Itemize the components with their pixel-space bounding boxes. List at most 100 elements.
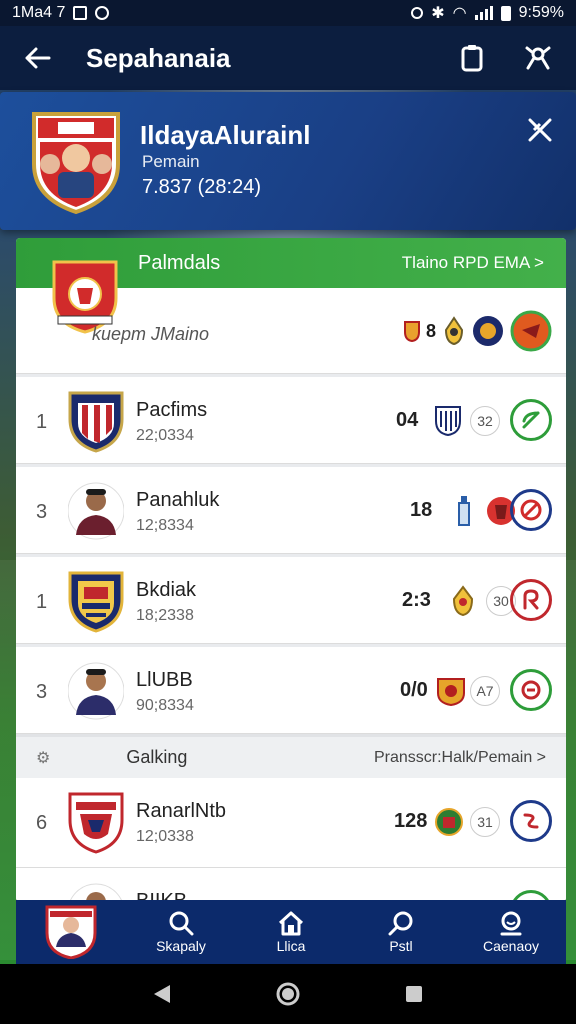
home-circle-icon[interactable] (275, 981, 301, 1007)
nav-profile-label: Caenaoy (482, 938, 540, 954)
mini-crest-icon (404, 321, 420, 342)
close-icon[interactable] (526, 116, 554, 149)
club-shield-icon (68, 569, 124, 633)
row-value: 0/0 (400, 679, 428, 701)
nav-home[interactable]: Llica (236, 910, 346, 954)
gear-icon: ⚙ (36, 749, 51, 767)
nav-find[interactable]: Pstl (346, 910, 456, 954)
status-bar: 1Ma4 7 ✱ ◠ 9:59% (0, 0, 576, 26)
table-row[interactable]: 1 BIIKB (16, 868, 566, 902)
app-bar: Sepahanaia (0, 26, 576, 90)
sub-section-header: ⚙ Galking Pransscr:Halk/Pemain > (16, 734, 566, 778)
nav-find-label: Pstl (389, 938, 413, 954)
club-stat-value: 8 (426, 320, 437, 341)
bluetooth-icon: ✱ (431, 5, 445, 22)
badge-icon (434, 806, 463, 838)
row-value: 18 (410, 499, 433, 521)
home-icon (278, 911, 304, 936)
trophy-icon (450, 585, 478, 617)
ranking-list: Palmdals Tlaino RPD EMA > kuepm JMaino 8… (16, 238, 566, 902)
club-shield-icon (68, 790, 124, 854)
table-row[interactable]: 1 Bkdiak 18;2338 2:3 30 (16, 554, 566, 644)
wifi-icon: ◠ (452, 5, 467, 22)
battery-icon (500, 5, 511, 21)
row-pill: A7 (470, 676, 500, 706)
row-name: Pacfims (136, 399, 208, 421)
alarm-icon (411, 7, 424, 19)
row-rank: 3 (36, 681, 48, 703)
table-row[interactable]: 3 Panahluk 12;8334 18 (16, 464, 566, 554)
row-stat: 18;2338 (136, 607, 194, 624)
row-value: 128 (394, 810, 428, 832)
row-action-icon[interactable] (510, 399, 552, 441)
search-icon (169, 911, 194, 936)
sub-section-label: Galking (126, 747, 188, 767)
player-header-card: IldayaAlurainl Pemain 7.837 (28:24) (0, 92, 576, 230)
row-rank: 3 (36, 501, 48, 523)
status-left-text: 1Ma4 7 (12, 4, 66, 21)
player-role: Pemain (142, 152, 200, 171)
row-rank: 1 (36, 411, 48, 433)
table-row[interactable]: 1 Pacfims 22;0334 04 32 (16, 374, 566, 464)
share-icon[interactable] (518, 38, 558, 78)
club-crest-icon (28, 108, 124, 219)
signal-icon (474, 6, 493, 20)
club-card[interactable]: kuepm JMaino 8 (16, 260, 566, 374)
table-row[interactable]: 3 LlUBB 90;8334 0/0 A7 (16, 644, 566, 734)
status-time: 9:59% (518, 4, 564, 21)
player-avatar (67, 479, 125, 543)
row-pill: 31 (470, 807, 500, 837)
magnify-icon (388, 911, 413, 936)
club-subtitle: kuepm JMaino (92, 324, 210, 344)
row-stat: 22;0334 (136, 427, 194, 444)
row-stat: 90;8334 (136, 697, 194, 714)
row-value: 04 (396, 409, 419, 431)
row-rank: 6 (36, 812, 48, 834)
row-name: Panahluk (136, 489, 220, 511)
player-avatar (67, 659, 125, 723)
row-pill: 32 (470, 406, 500, 436)
row-action-icon[interactable] (510, 579, 552, 621)
section-title: Palmdals (138, 251, 221, 274)
trophy-icon (445, 316, 464, 346)
recents-square-icon[interactable] (404, 984, 424, 1004)
nav-search-label: Skapaly (156, 938, 206, 954)
notification-icon (73, 6, 88, 20)
row-name: RanarlNtb (136, 800, 227, 822)
team-crest-icon (45, 905, 97, 959)
row-stat: 12;0338 (136, 828, 194, 845)
row-rank: 1 (36, 591, 48, 613)
mini-crest-icon (434, 405, 462, 437)
row-name: LlUBB (136, 669, 193, 691)
nav-home-label: Llica (276, 938, 306, 954)
row-value: 2:3 (402, 589, 431, 611)
clipboard-icon[interactable] (452, 38, 492, 78)
arrow-left-icon[interactable] (18, 38, 58, 78)
rows-group-2: 6 RanarlNtb 12;0338 128 31 1 BIIKB (16, 778, 566, 902)
app-notification-icon (95, 6, 110, 20)
nav-team[interactable] (16, 903, 126, 961)
back-triangle-icon[interactable] (152, 983, 172, 1005)
table-row[interactable]: 6 RanarlNtb 12;0338 128 31 (16, 778, 566, 868)
nav-search[interactable]: Skapaly (126, 910, 236, 954)
page-title: Sepahanaia (86, 42, 231, 73)
section-link[interactable]: Tlaino RPD EMA > (402, 253, 544, 273)
system-navigation (0, 964, 576, 1024)
player-name: IldayaAlurainl (140, 120, 311, 150)
club-stats: 8 (404, 310, 552, 352)
club-action-icon[interactable] (510, 310, 552, 352)
club-shield-icon (68, 389, 124, 453)
badge-icon (436, 675, 465, 707)
nav-profile[interactable]: Caenaoy (456, 910, 566, 954)
bottle-icon (456, 495, 484, 527)
row-action-icon[interactable] (510, 800, 552, 842)
row-action-icon[interactable] (510, 489, 552, 531)
row-action-icon[interactable] (510, 669, 552, 711)
rows-group-1: 1 Pacfims 22;0334 04 32 3 Panahluk 12;83… (16, 374, 566, 734)
player-avatar (68, 880, 124, 902)
bottom-navigation: Skapaly Llica Pstl Caenaoy (16, 900, 566, 964)
row-name: Bkdiak (136, 579, 197, 601)
row-stat: 12;8334 (136, 517, 194, 534)
badge-icon (473, 316, 504, 346)
sub-section-link[interactable]: Pransscr:Halk/Pemain > (374, 749, 546, 767)
